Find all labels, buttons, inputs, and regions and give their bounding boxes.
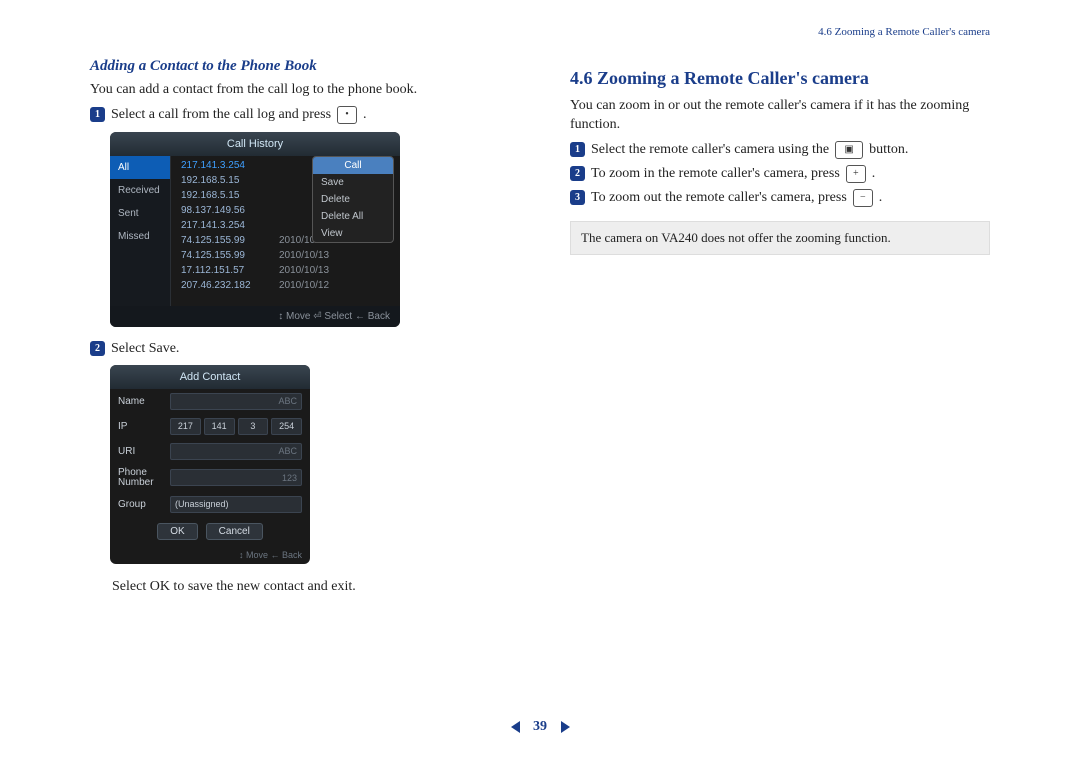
phone-field[interactable]: 123: [170, 469, 302, 486]
minus-icon: −: [853, 189, 873, 207]
tab-sent[interactable]: Sent: [110, 202, 170, 225]
press-icon: •: [337, 106, 357, 124]
list-item[interactable]: 74.125.155.992010/10/13: [171, 248, 400, 263]
next-page-icon[interactable]: [561, 721, 570, 733]
menu-view[interactable]: View: [313, 225, 393, 242]
right-step-2: 2 To zoom in the remote caller's camera,…: [570, 165, 990, 183]
right-column: 4.6 Zooming a Remote Caller's camera 4.6…: [570, 26, 990, 601]
prev-page-icon[interactable]: [511, 721, 520, 733]
step-badge-2: 2: [570, 166, 585, 181]
cancel-button[interactable]: Cancel: [206, 523, 263, 540]
add-contact-footer: ↕ Move ← Back: [110, 546, 310, 564]
menu-delete[interactable]: Delete: [313, 191, 393, 208]
menu-delete-all[interactable]: Delete All: [313, 208, 393, 225]
call-history-screenshot: Call History All Received Sent Missed 21…: [110, 132, 400, 327]
page-number: 39: [533, 719, 547, 734]
step-2-text: Select Save.: [111, 341, 179, 357]
step-1-text: Select a call from the call log and pres…: [111, 107, 331, 123]
tab-received[interactable]: Received: [110, 179, 170, 202]
step-badge-1: 1: [90, 107, 105, 122]
call-history-tabs: All Received Sent Missed: [110, 156, 171, 306]
step-1: 1 Select a call from the call log and pr…: [90, 106, 510, 124]
finish-text: Select OK to save the new contact and ex…: [112, 578, 510, 597]
pager: 39: [0, 719, 1080, 735]
add-contact-screenshot: Add Contact NameABC IP 2171413254 URIABC…: [110, 365, 310, 564]
right-step-3: 3 To zoom out the remote caller's camera…: [570, 189, 990, 207]
ok-button[interactable]: OK: [157, 523, 197, 540]
plus-icon: +: [846, 165, 866, 183]
context-menu: Call Save Delete Delete All View: [312, 156, 394, 243]
menu-header[interactable]: Call: [313, 157, 393, 174]
step-2: 2 Select Save.: [90, 341, 510, 357]
list-item[interactable]: 17.112.151.572010/10/13: [171, 263, 400, 278]
note-box: The camera on VA240 does not offer the z…: [570, 221, 990, 255]
call-history-title: Call History: [110, 132, 400, 156]
tab-all[interactable]: All: [110, 156, 170, 179]
ip-field[interactable]: 2171413254: [170, 418, 302, 435]
step-badge-3: 3: [570, 190, 585, 205]
name-field[interactable]: ABC: [170, 393, 302, 410]
right-step-1: 1 Select the remote caller's camera usin…: [570, 141, 990, 159]
step-badge-2: 2: [90, 341, 105, 356]
left-column: Adding a Contact to the Phone Book You c…: [90, 26, 510, 601]
step-badge-1: 1: [570, 142, 585, 157]
right-heading: 4.6 Zooming a Remote Caller's camera: [570, 68, 990, 89]
right-intro: You can zoom in or out the remote caller…: [570, 97, 990, 135]
call-history-list: 217.141.3.254 192.168.5.15 192.168.5.15 …: [171, 156, 400, 306]
group-field[interactable]: (Unassigned): [170, 496, 302, 513]
add-contact-title: Add Contact: [110, 365, 310, 389]
call-history-footer: ↕ Move ⏎ Select ← Back: [110, 306, 400, 327]
header-breadcrumb: 4.6 Zooming a Remote Caller's camera: [570, 26, 990, 38]
tab-missed[interactable]: Missed: [110, 225, 170, 248]
list-item[interactable]: 207.46.232.1822010/10/12: [171, 278, 400, 293]
left-heading: Adding a Contact to the Phone Book: [90, 58, 510, 75]
left-intro: You can add a contact from the call log …: [90, 81, 510, 100]
uri-field[interactable]: ABC: [170, 443, 302, 460]
menu-save[interactable]: Save: [313, 174, 393, 191]
camera-icon: ▣: [835, 141, 863, 159]
